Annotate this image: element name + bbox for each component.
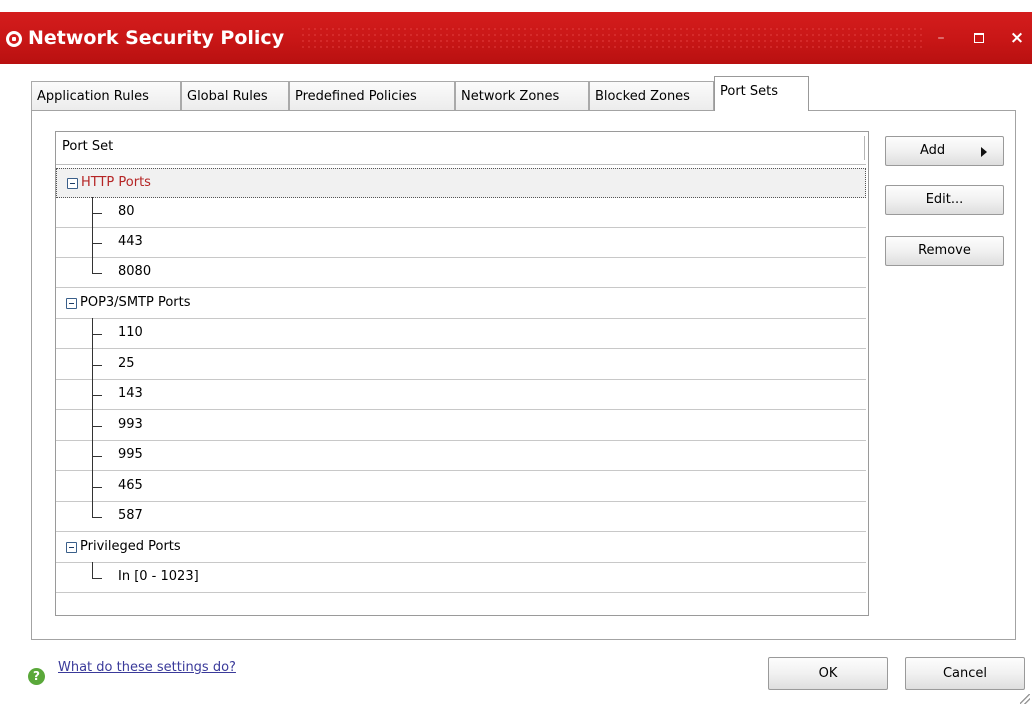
port-label: 993: [118, 417, 143, 432]
port-label: 25: [118, 356, 135, 371]
tree-branch: [92, 578, 102, 579]
port-label: 80: [118, 204, 135, 219]
group-label: Privileged Ports: [80, 539, 181, 554]
tree-item-port[interactable]: 110: [56, 318, 866, 349]
tree-branch: [92, 517, 102, 518]
minimize-button[interactable]: –: [930, 28, 952, 48]
tab-blocked-zones[interactable]: Blocked Zones: [589, 81, 714, 110]
tree-line: [92, 562, 93, 578]
add-button[interactable]: Add: [885, 136, 1004, 166]
tree-branch: [92, 365, 102, 366]
port-label: 110: [118, 325, 143, 340]
tree-item-port[interactable]: 25: [56, 349, 866, 380]
port-set-tree[interactable]: Port Set HTTP Ports 80 443 8080 POP3/SMT…: [55, 131, 869, 616]
tree-item-port[interactable]: 143: [56, 379, 866, 410]
port-label: 143: [118, 386, 143, 401]
port-label: 443: [118, 234, 143, 249]
window-left-edge: [0, 64, 12, 706]
resize-grip[interactable]: [1020, 694, 1030, 704]
port-label: 8080: [118, 264, 152, 279]
ok-button[interactable]: OK: [768, 657, 888, 690]
title-bar: Network Security Policy – ×: [0, 12, 1032, 64]
tree-branch: [92, 243, 102, 244]
tree-item-port[interactable]: 995: [56, 440, 866, 471]
tab-port-sets[interactable]: Port Sets: [714, 76, 809, 111]
collapse-icon[interactable]: [66, 298, 77, 309]
port-label: 465: [118, 478, 143, 493]
tree-branch: [92, 334, 102, 335]
maximize-button[interactable]: [968, 28, 990, 48]
port-label: 587: [118, 508, 143, 523]
tree-item-port[interactable]: 587: [56, 501, 866, 532]
tree-item-port[interactable]: 993: [56, 410, 866, 441]
tree-branch: [92, 395, 102, 396]
tab-predefined-policies[interactable]: Predefined Policies: [289, 81, 455, 110]
collapse-icon[interactable]: [67, 178, 78, 189]
tree-item-port[interactable]: 465: [56, 471, 866, 502]
tree-branch: [92, 213, 102, 214]
comodo-app-icon: [6, 31, 22, 47]
title-bar-pattern: [300, 26, 922, 52]
tree-group-privileged-ports[interactable]: Privileged Ports: [56, 533, 866, 563]
tree-line: [92, 501, 93, 517]
tree-branch: [92, 426, 102, 427]
help-icon: ?: [28, 668, 45, 685]
collapse-icon[interactable]: [66, 542, 77, 553]
tree-item-port[interactable]: 8080: [56, 257, 866, 288]
edit-button[interactable]: Edit...: [885, 185, 1004, 215]
close-button[interactable]: ×: [1006, 28, 1028, 48]
column-separator[interactable]: [864, 136, 865, 160]
port-label: 995: [118, 447, 143, 462]
tree-line: [92, 257, 93, 273]
submenu-arrow-icon: [981, 147, 987, 157]
group-label: HTTP Ports: [81, 175, 151, 190]
add-button-label: Add: [920, 143, 946, 158]
cancel-button[interactable]: Cancel: [905, 657, 1025, 690]
column-header-label: Port Set: [62, 139, 114, 154]
tab-network-zones[interactable]: Network Zones: [455, 81, 589, 110]
group-label: POP3/SMTP Ports: [80, 295, 191, 310]
help-link[interactable]: What do these settings do?: [58, 660, 236, 675]
tab-global-rules[interactable]: Global Rules: [181, 81, 289, 110]
maximize-icon: [974, 33, 984, 43]
tree-group-http-ports[interactable]: HTTP Ports: [56, 168, 866, 198]
tree-item-port[interactable]: 80: [56, 197, 866, 228]
port-label: In [0 - 1023]: [118, 569, 199, 584]
tree-item-port[interactable]: 443: [56, 227, 866, 258]
tab-application-rules[interactable]: Application Rules: [31, 81, 181, 110]
tree-branch: [92, 487, 102, 488]
tree-group-pop3-smtp-ports[interactable]: POP3/SMTP Ports: [56, 289, 866, 319]
remove-button[interactable]: Remove: [885, 236, 1004, 266]
column-header-port-set[interactable]: Port Set: [56, 132, 866, 165]
tree-branch: [92, 456, 102, 457]
tree-item-port[interactable]: In [0 - 1023]: [56, 562, 866, 593]
window-title: Network Security Policy: [28, 27, 285, 49]
tree-branch: [92, 273, 102, 274]
